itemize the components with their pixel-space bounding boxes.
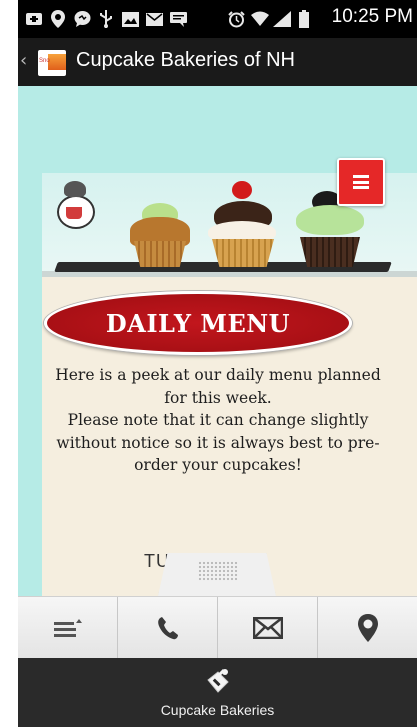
usb-icon (96, 9, 116, 29)
status-clock: 10:25 PM (331, 6, 413, 27)
intro-line-1: Here is a peek at our daily menu planned… (55, 366, 381, 407)
app-action-bar: ‹ Sno Cupcake Bakeries of NH (18, 38, 417, 86)
daily-menu-heading: DAILY MENU (44, 291, 352, 355)
location-pin-icon (48, 9, 68, 29)
cupcake-cherry-image (204, 179, 282, 267)
app-logo-icon[interactable]: Sno (38, 50, 66, 76)
bakery-logo[interactable] (52, 177, 102, 233)
bakery-wand-icon (207, 668, 229, 693)
signal-icon (272, 9, 292, 29)
email-button[interactable] (218, 597, 318, 659)
main-content[interactable]: DAILY MENU Here is a peek at our daily m… (18, 86, 417, 596)
list-button[interactable] (18, 597, 118, 659)
image-icon (120, 9, 140, 29)
bottom-nav-label: Cupcake Bakeries (160, 702, 275, 718)
hamburger-icon (353, 175, 369, 189)
drawer-grip-handle[interactable] (158, 553, 276, 596)
battery-icon (294, 9, 314, 29)
app-screen: 10:25 PM ‹ Sno Cupcake Bakeries of NH DA… (0, 0, 417, 727)
call-button[interactable] (118, 597, 218, 659)
app-title[interactable]: Cupcake Bakeries of NH (76, 49, 295, 72)
sms-icon (168, 9, 188, 29)
status-bar: 10:25 PM (18, 0, 417, 38)
alarm-icon (226, 9, 246, 29)
hamburger-menu-button[interactable] (337, 158, 385, 206)
chat-bubble-icon (72, 9, 92, 29)
intro-text: Here is a peek at our daily menu planned… (44, 364, 392, 477)
grip-dots-icon (198, 561, 238, 581)
bottom-nav[interactable]: Cupcake Bakeries (18, 658, 417, 727)
back-chevron-icon[interactable]: ‹ (20, 50, 27, 71)
message-icon (24, 9, 44, 29)
location-button[interactable] (318, 597, 417, 659)
email-icon (144, 9, 164, 29)
phone-icon (157, 617, 178, 640)
quick-action-bar (18, 596, 417, 659)
list-icon (53, 619, 82, 637)
location-pin-icon (357, 614, 378, 642)
wifi-icon (250, 9, 270, 29)
intro-line-2: Please note that it can change slightly … (56, 411, 380, 474)
daily-menu-heading-text: DAILY MENU (105, 308, 291, 338)
email-icon (252, 617, 283, 639)
cupcake-pistachio-image (124, 203, 196, 267)
